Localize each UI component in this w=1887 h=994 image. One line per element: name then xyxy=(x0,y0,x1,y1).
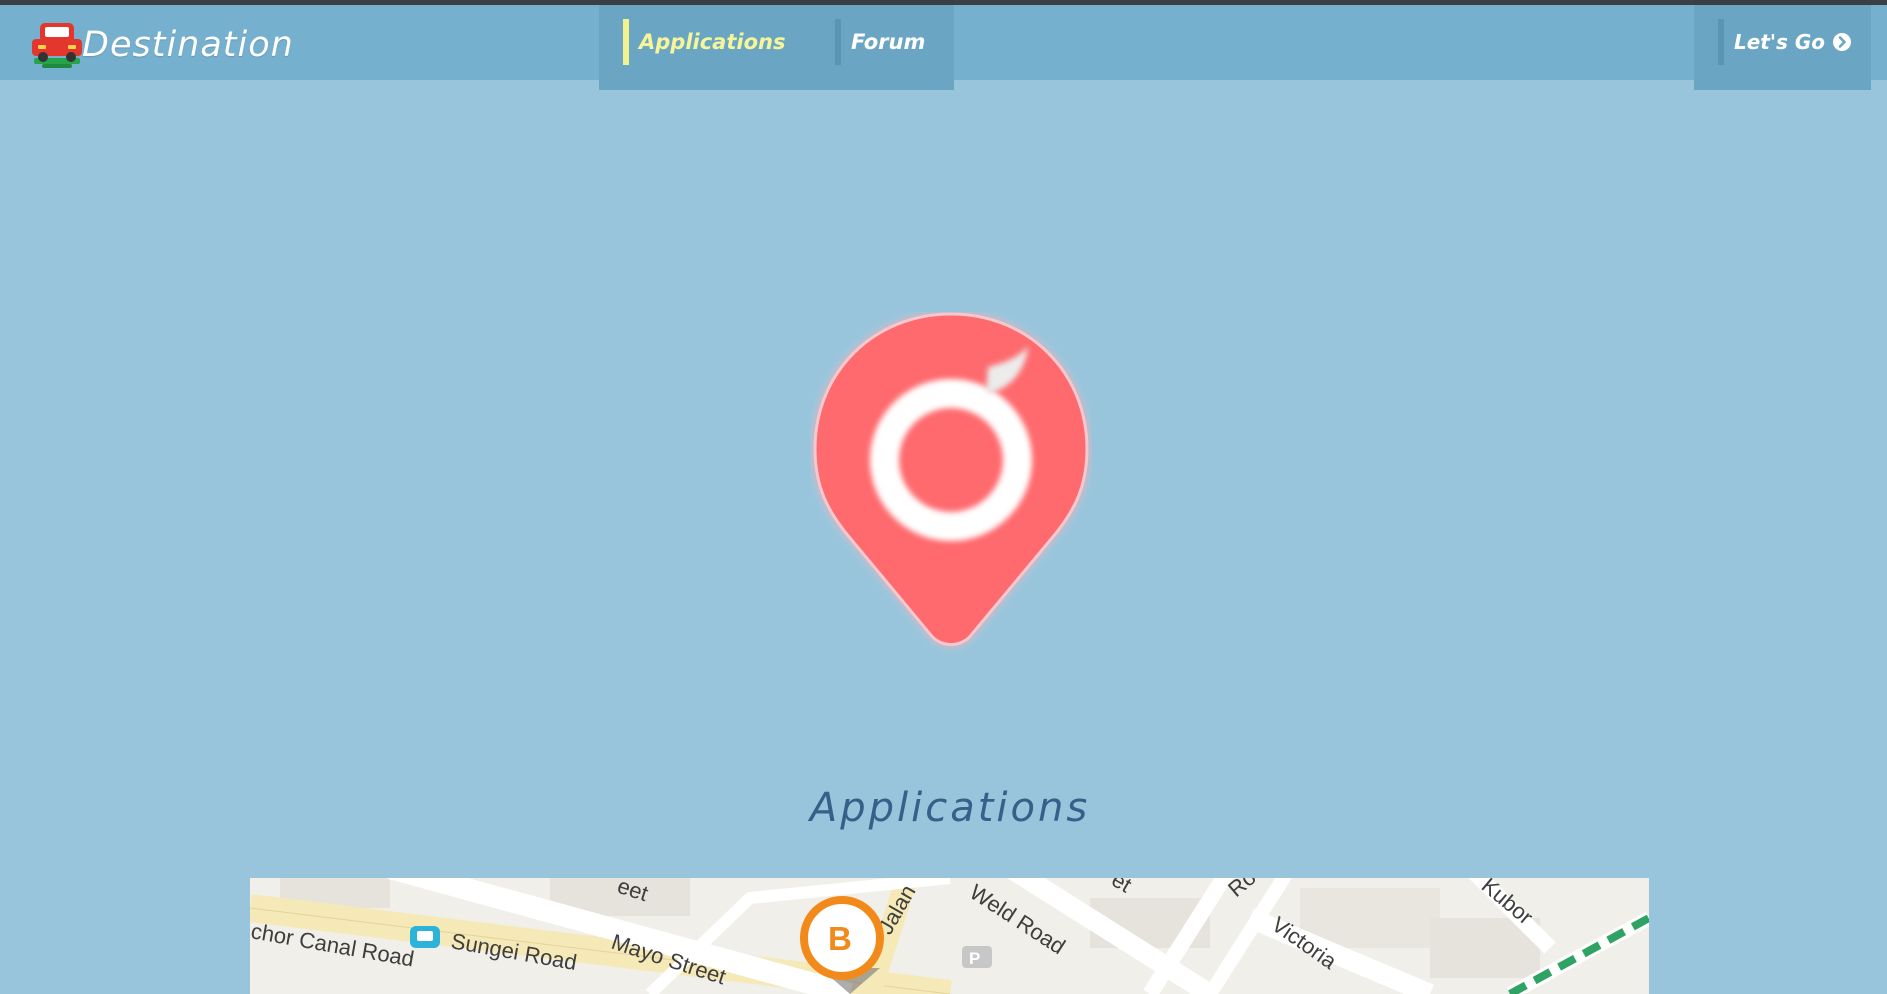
map-marker-label: B xyxy=(828,920,852,957)
nav-item-forum[interactable]: Forum xyxy=(835,19,925,65)
nav-divider xyxy=(1718,19,1724,65)
nav-divider xyxy=(835,19,841,65)
parking-icon: P xyxy=(962,946,992,968)
main-nav: Applications Forum xyxy=(599,5,954,90)
chevron-circle-right-icon xyxy=(1833,33,1852,51)
map-pin-icon xyxy=(813,312,1089,646)
nav-item-label: Applications xyxy=(639,30,786,54)
bus-stop-icon xyxy=(410,926,440,948)
brand-link[interactable]: Destination xyxy=(30,19,294,71)
map-preview[interactable]: chor Canal Road Sungei Road Mayo Street … xyxy=(250,878,1649,994)
nav-item-label: Forum xyxy=(851,30,926,54)
section-title: Applications xyxy=(809,785,1091,831)
lets-go-label: Let's Go xyxy=(1734,30,1826,54)
lets-go-button[interactable]: Let's Go xyxy=(1718,19,1852,65)
car-logo-icon xyxy=(32,23,82,68)
cta-nav: Let's Go xyxy=(1694,5,1871,90)
active-indicator xyxy=(623,19,629,65)
parking-label: P xyxy=(969,949,980,968)
brand-name: Destination xyxy=(82,25,294,65)
nav-item-applications[interactable]: Applications xyxy=(623,19,785,65)
